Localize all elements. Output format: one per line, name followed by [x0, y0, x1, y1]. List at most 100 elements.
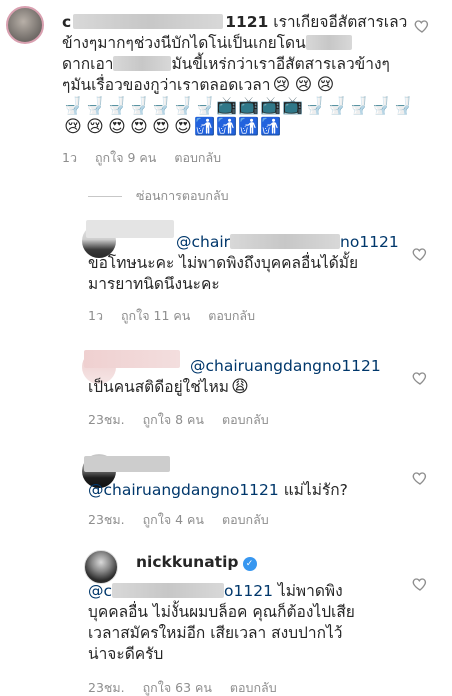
mention-link-suffix[interactable]: o1121 — [224, 582, 273, 600]
weary-face-emoji: 😩 — [231, 377, 249, 397]
emoji: 📺 — [260, 96, 282, 116]
comment-meta: 23ชม. ถูกใจ 4 คน ตอบกลับ — [88, 510, 283, 530]
comment-3: @chairuangdangno1121 เป็นคนสติดีอยู่ใช่ไ… — [0, 346, 452, 436]
emoji: 😢 — [294, 75, 313, 95]
comment-time: 23ชม. — [88, 412, 125, 427]
emoji: 😍 — [174, 117, 192, 137]
redacted-mention — [230, 234, 341, 249]
comment-4: @chairuangdangno1121 แม่ไม่รัก? 23ชม. ถู… — [0, 450, 452, 530]
reply-button[interactable]: ตอบกลับ — [208, 308, 255, 323]
emoji: 🚽 — [150, 96, 172, 116]
comment-meta: 1ว ถูกใจ 11 คน ตอบกลับ — [88, 306, 269, 326]
comment-time: 23ชม. — [88, 512, 125, 527]
comment-text: ขอโทษนะคะ ไม่พาดพิงถึงบุคคลอื่นได้มั้ย — [88, 254, 359, 272]
comment-meta: 23ชม. ถูกใจ 8 คน ตอบกลับ — [88, 410, 283, 430]
redacted-username — [73, 14, 224, 29]
emoji: 🚽 — [348, 96, 370, 116]
comment-body: nickkunatip ✓ @c o1121 ไม่พาดพิง บุคคลอื่น… — [88, 552, 418, 665]
comment-text: น่าจะดีครับ — [88, 645, 164, 663]
like-heart-icon[interactable] — [412, 576, 428, 592]
comment-text: มารยาทนิดนึงนะคะ — [88, 275, 220, 293]
comment-username[interactable]: nickkunatip — [136, 553, 239, 571]
comment-text: บุคคลอื่น ไม่งั้นผมบล็อค คุณก็ต้องไปเสีย — [88, 603, 355, 621]
redacted-mention — [112, 583, 225, 598]
reply-button[interactable]: ตอบกลับ — [222, 512, 269, 527]
redacted-text — [113, 56, 172, 71]
like-heart-icon[interactable] — [414, 18, 430, 34]
emoji: 🚽 — [128, 96, 150, 116]
comment-username-suffix[interactable]: 1121 — [225, 13, 268, 31]
comment-likes[interactable]: ถูกใจ 9 คน — [95, 150, 156, 165]
emoji: 📺 — [282, 96, 304, 116]
comment-likes[interactable]: ถูกใจ 63 คน — [143, 680, 212, 695]
hide-replies-toggle[interactable]: ซ่อนการตอบกลับ — [88, 186, 229, 206]
hide-replies-label[interactable]: ซ่อนการตอบกลับ — [136, 188, 229, 203]
emoji: 😢 — [316, 75, 335, 95]
reply-button[interactable]: ตอบกลับ — [230, 680, 277, 695]
comment-likes[interactable]: ถูกใจ 4 คน — [143, 512, 204, 527]
comment-text: ๆมันเรื่อวของกูว่าเราตลอดเวลา — [62, 76, 271, 94]
comment-1: c 1121 เราเกียจอีสัตสารเลว ข้างๆมากๆช่วงน… — [0, 0, 452, 180]
comment-username[interactable]: c — [62, 13, 71, 31]
emoji-group: 🚽🚽🚽🚽🚽🚽 — [62, 96, 194, 116]
comment-likes[interactable]: ถูกใจ 11 คน — [121, 308, 190, 323]
emoji: 🚽 — [370, 96, 392, 116]
comment-text: ไม่พาดพิง — [272, 582, 343, 600]
avatar[interactable] — [6, 6, 44, 44]
comment-text: ดากเอา — [62, 55, 114, 73]
reply-button[interactable]: ตอบกลับ — [222, 412, 269, 427]
emoji: 🚽 — [326, 96, 348, 116]
emoji-line-1: ๆมันเรื่อวของกูว่าเราตลอดเวลา 😢 😢 😢 — [62, 75, 412, 96]
comment-time: 23ชม. — [88, 680, 125, 695]
mention-link-suffix[interactable]: no1121 — [340, 233, 399, 251]
comment-body: @chairuangdangno1121 เป็นคนสติดีอยู่ใช่ไ… — [88, 356, 408, 398]
comment-meta: 1ว ถูกใจ 9 คน ตอบกลับ — [62, 148, 235, 168]
comment-text: แม่ไม่รัก? — [278, 481, 348, 499]
comment-body: @chairuangdangno1121 แม่ไม่รัก? — [88, 480, 408, 501]
emoji: 📺 — [216, 96, 238, 116]
like-heart-icon[interactable] — [412, 246, 428, 262]
emoji: 🚽 — [62, 96, 84, 116]
emoji: 😍 — [152, 117, 170, 137]
emoji: 😍 — [130, 117, 148, 137]
verified-badge-icon: ✓ — [242, 557, 257, 571]
comment-time: 1ว — [62, 150, 77, 165]
emoji: 😢 — [272, 75, 291, 95]
emoji: 🚮 — [216, 117, 238, 137]
mention-link[interactable]: @chairuangdangno1121 — [88, 481, 279, 499]
emoji: 🚽 — [304, 96, 326, 116]
emoji: 😢 — [86, 117, 104, 137]
emoji: 🚽 — [392, 96, 412, 116]
comment-body: @chair no1121 ขอโทษนะคะ ไม่พาดพิงถึงบุคคล… — [88, 232, 408, 295]
emoji: 🚽 — [194, 96, 216, 116]
emoji: 📺 — [238, 96, 260, 116]
emoji: 😍 — [108, 117, 126, 137]
emoji: 🚽 — [172, 96, 194, 116]
emoji: 😢 — [64, 117, 82, 137]
emoji-line-2: 🚽🚽🚽🚽🚽🚽🚽📺📺📺📺🚽🚽🚽🚽🚽 — [62, 96, 412, 117]
comment-text: ข้างๆมากๆช่วงนีบักไดโน่เป็นเกยโดน — [62, 34, 306, 52]
comment-body: c 1121 เราเกียจอีสัตสารเลว ข้างๆมากๆช่วงน… — [62, 12, 412, 138]
mention-link[interactable]: @chairuangdangno1121 — [190, 357, 381, 375]
comment-time: 1ว — [88, 308, 103, 323]
emoji: 🚽 — [106, 96, 128, 116]
redacted-username — [84, 456, 170, 472]
comment-text: มันขี้เหร่กว่าเราอีสัตสารเลวข้างๆ — [171, 55, 390, 73]
divider — [88, 196, 122, 197]
emoji-line-3: 😢 😢 😍 😍 😍 😍 🚮🚮🚮🚮 — [62, 117, 412, 138]
comment-meta: 23ชม. ถูกใจ 63 คน ตอบกลับ — [88, 678, 291, 696]
emoji: 🚮 — [238, 117, 260, 137]
like-heart-icon[interactable] — [412, 370, 428, 386]
emoji: 🚮 — [194, 117, 216, 137]
reply-button[interactable]: ตอบกลับ — [174, 150, 221, 165]
comment-likes[interactable]: ถูกใจ 8 คน — [143, 412, 204, 427]
comment-5: nickkunatip ✓ @c o1121 ไม่พาดพิง บุคคลอื่น… — [0, 540, 452, 696]
emoji: 🚮 — [260, 117, 282, 137]
comment-text: เป็นคนสติดีอยู่ใช่ไหม — [88, 378, 229, 396]
mention-link[interactable]: @c — [88, 582, 112, 600]
like-heart-icon[interactable] — [412, 470, 428, 486]
comment-2: @chair no1121 ขอโทษนะคะ ไม่พาดพิงถึงบุคคล… — [0, 216, 452, 326]
redacted-text — [305, 35, 352, 50]
mention-link[interactable]: @chair — [176, 233, 230, 251]
comment-text: เวลาสมัครใหม่อีก เสียเวลา สงบปากไว้ — [88, 624, 343, 642]
